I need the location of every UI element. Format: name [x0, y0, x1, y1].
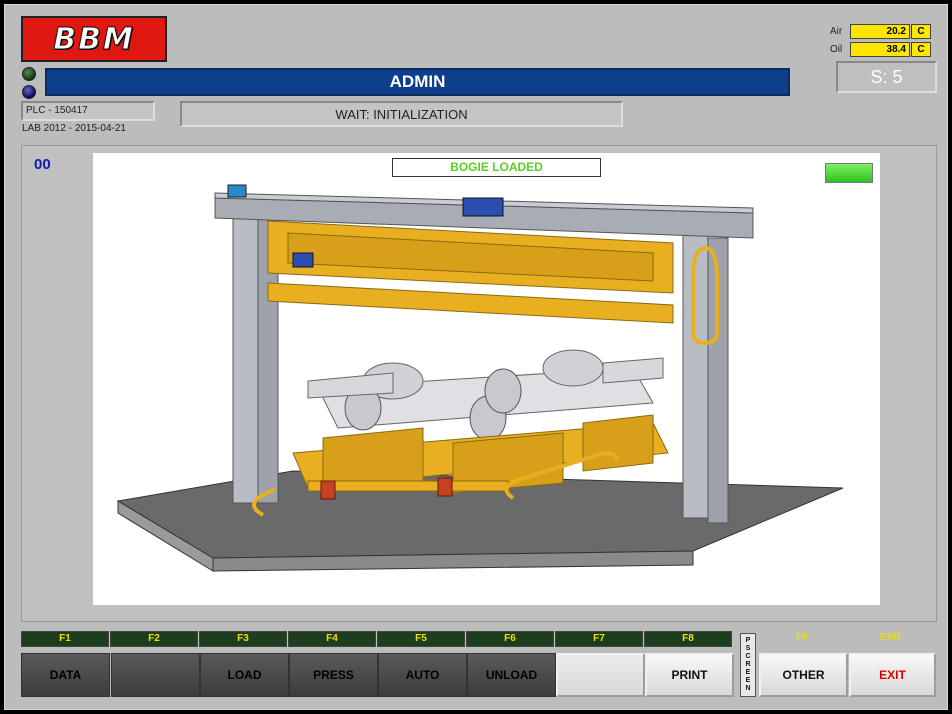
- auto-button[interactable]: AUTO: [378, 653, 467, 697]
- ready-indicator-lamp: [825, 163, 873, 183]
- fkey-label-f7: F7: [555, 631, 643, 647]
- f2-button[interactable]: [111, 653, 200, 697]
- bbm-logo: BBM: [21, 16, 167, 62]
- step-indicator: S: 5: [836, 61, 937, 93]
- oil-temp-unit: C: [911, 42, 931, 57]
- fkey-label-f8: F8: [644, 631, 732, 647]
- green-indicator-lamp: [22, 67, 36, 81]
- bogie-status-label: BOGIE LOADED: [392, 158, 601, 177]
- machine-drawing: BOGIE LOADED: [93, 153, 880, 605]
- air-temp-unit: C: [911, 24, 931, 39]
- pscreen-letter: E: [745, 677, 751, 684]
- oil-temp-label: Oil: [830, 44, 843, 55]
- fkey-label-exit: EXIT: [879, 632, 903, 643]
- load-button[interactable]: LOAD: [200, 653, 289, 697]
- hmi-window: BBM ADMIN PLC - 150417 LAB 2012 - 2015-0…: [4, 4, 948, 710]
- exit-button[interactable]: EXIT: [849, 653, 936, 697]
- fkey-label-f9: F9: [796, 632, 808, 643]
- lab-date: LAB 2012 - 2015-04-21: [22, 123, 126, 134]
- user-title-bar: ADMIN: [45, 68, 790, 96]
- oil-temp-value: 38.4: [850, 42, 910, 57]
- panel-code: 00: [34, 156, 51, 173]
- data-button[interactable]: DATA: [21, 653, 110, 697]
- pscreen-letter: R: [745, 661, 751, 668]
- fkey-label-f1: F1: [21, 631, 109, 647]
- pscreen-letter: S: [745, 645, 751, 652]
- fkey-label-f2: F2: [110, 631, 198, 647]
- status-message: WAIT: INITIALIZATION: [180, 101, 623, 127]
- air-temp-label: Air: [830, 26, 843, 37]
- fkey-label-f6: F6: [466, 631, 554, 647]
- main-panel: 00 BOGIE LOADED: [21, 145, 937, 622]
- press-button[interactable]: PRESS: [289, 653, 378, 697]
- pscreen-letter: P: [745, 637, 751, 644]
- other-button[interactable]: OTHER: [759, 653, 848, 697]
- pscreen-letter: E: [745, 669, 751, 676]
- pscreen-letter: N: [745, 685, 751, 692]
- print-screen-button[interactable]: P S C R E E N: [740, 633, 756, 697]
- unload-button[interactable]: UNLOAD: [467, 653, 556, 697]
- f7-button[interactable]: [556, 653, 645, 697]
- plc-version: PLC - 150417: [21, 101, 155, 121]
- fkey-label-f3: F3: [199, 631, 287, 647]
- print-button[interactable]: PRINT: [645, 653, 734, 697]
- blue-indicator-lamp: [22, 85, 36, 99]
- fkey-label-f4: F4: [288, 631, 376, 647]
- fkey-label-f5: F5: [377, 631, 465, 647]
- air-temp-value: 20.2: [850, 24, 910, 39]
- pscreen-letter: C: [745, 653, 751, 660]
- logo-text: BBM: [53, 21, 135, 57]
- bogie-press-illustration: [116, 184, 844, 572]
